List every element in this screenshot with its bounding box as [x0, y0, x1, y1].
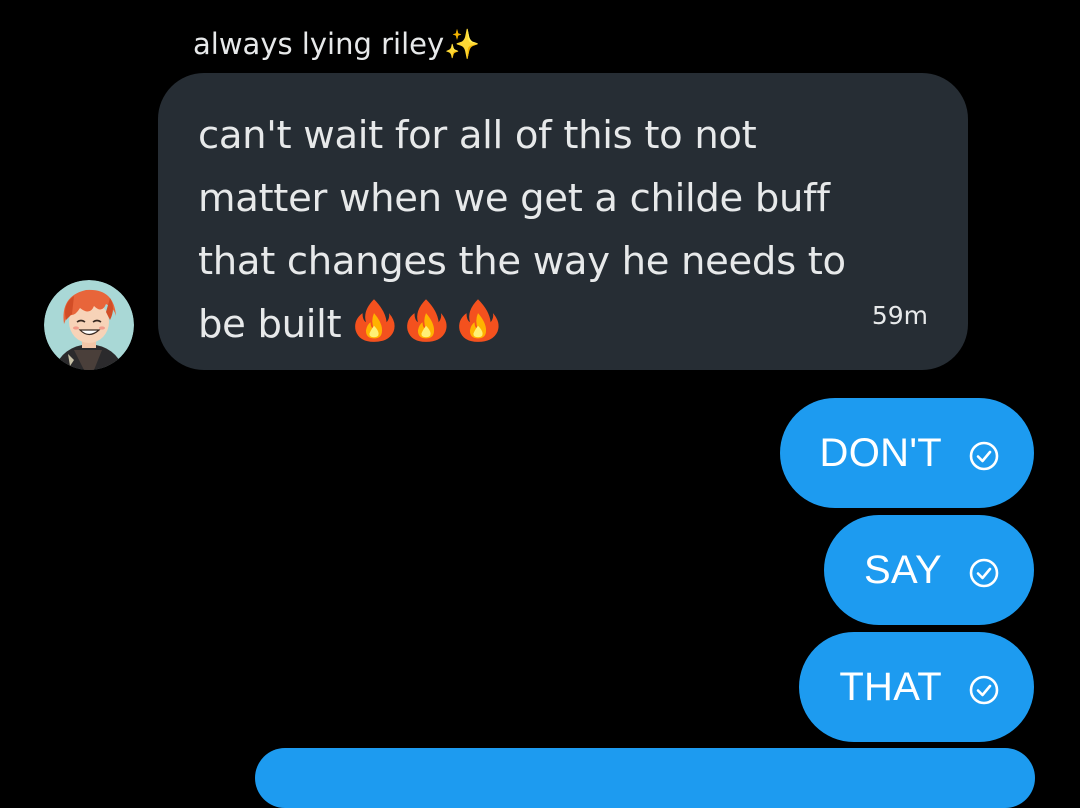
outgoing-message-bubble[interactable]: SAY — [824, 515, 1034, 625]
incoming-message-text: can't wait for all of this to not matter… — [198, 104, 928, 362]
outgoing-message-text: DON'T — [819, 431, 942, 475]
outgoing-message-bubble[interactable]: DON'T — [779, 398, 1034, 508]
fire-emoji-icon — [407, 299, 447, 342]
sender-avatar[interactable] — [44, 280, 134, 370]
message-line: be built — [198, 302, 342, 347]
message-timestamp: 59m — [871, 301, 928, 330]
sent-check-icon — [969, 441, 999, 471]
outgoing-message-bubble[interactable]: THAT — [799, 632, 1034, 742]
message-line: can't wait for all of this to not — [198, 113, 757, 158]
message-line-last: be built — [198, 293, 928, 362]
fire-emoji-icon — [459, 299, 499, 342]
message-line: matter when we get a childe buff — [198, 176, 830, 221]
next-outgoing-bubble-partial[interactable] — [255, 748, 1035, 808]
sent-check-icon — [969, 558, 999, 588]
avatar-image — [44, 280, 134, 370]
sent-check-icon — [969, 675, 999, 705]
outgoing-message-text: SAY — [864, 548, 942, 592]
sender-name: always lying riley✨ — [193, 27, 481, 61]
outgoing-message-text: THAT — [839, 665, 942, 709]
fire-emoji-group — [351, 297, 507, 362]
message-line: that changes the way he needs to — [198, 239, 846, 284]
fire-emoji-icon — [355, 299, 395, 342]
incoming-message-bubble[interactable]: can't wait for all of this to not matter… — [158, 73, 968, 370]
